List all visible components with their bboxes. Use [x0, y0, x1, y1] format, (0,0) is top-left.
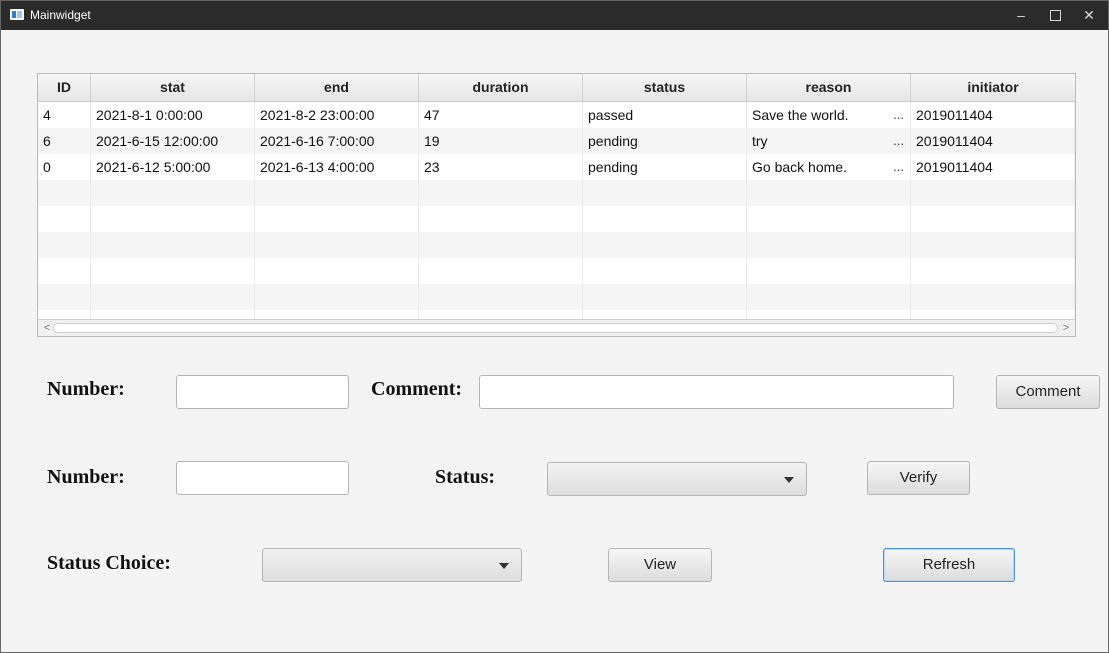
cell-reason: Go back home....: [747, 154, 911, 180]
cell-initiator: 2019011404: [911, 102, 1075, 128]
cell-reason: Save the world....: [747, 102, 911, 128]
scroll-right-arrow-icon[interactable]: >: [1059, 320, 1073, 336]
cell-reason-text: try: [752, 133, 768, 149]
number-label-verify: Number:: [47, 466, 125, 488]
cell-stat: 2021-8-1 0:00:00: [91, 102, 255, 128]
column-header-reason[interactable]: reason: [747, 74, 911, 101]
table-row[interactable]: 0 2021-6-12 5:00:00 2021-6-13 4:00:00 23…: [38, 154, 1075, 180]
cell-reason-text: Save the world.: [752, 107, 849, 123]
status-choice-label: Status Choice:: [47, 552, 171, 574]
minimize-button[interactable]: –: [1004, 0, 1038, 30]
empty-table-row: [38, 310, 1075, 336]
status-choice-dropdown[interactable]: [262, 548, 522, 582]
number-label-comment: Number:: [47, 378, 125, 400]
column-header-initiator[interactable]: initiator: [911, 74, 1075, 101]
verify-button[interactable]: Verify: [867, 461, 970, 495]
cell-duration: 19: [419, 128, 583, 154]
chevron-down-icon: [499, 563, 509, 569]
cell-status: pending: [583, 128, 747, 154]
chevron-down-icon: [784, 477, 794, 483]
cell-stat: 2021-6-12 5:00:00: [91, 154, 255, 180]
close-button[interactable]: ✕: [1072, 0, 1106, 30]
empty-table-row: [38, 258, 1075, 284]
empty-table-row: [38, 206, 1075, 232]
comment-label: Comment:: [371, 378, 463, 400]
status-dropdown[interactable]: [547, 462, 807, 496]
verify-number-input[interactable]: [176, 461, 349, 495]
empty-table-row: [38, 232, 1075, 258]
comment-number-input[interactable]: [176, 375, 349, 409]
maximize-icon: [1049, 9, 1061, 21]
cell-initiator: 2019011404: [911, 128, 1075, 154]
truncation-ellipsis: ...: [893, 159, 904, 174]
cell-id: 6: [38, 128, 91, 154]
truncation-ellipsis: ...: [893, 107, 904, 122]
cell-duration: 23: [419, 154, 583, 180]
comment-input[interactable]: [479, 375, 954, 409]
window-title: Mainwidget: [30, 8, 91, 22]
cell-status: passed: [583, 102, 747, 128]
comment-button[interactable]: Comment: [996, 375, 1100, 409]
maximize-button[interactable]: [1038, 0, 1072, 30]
table-header: ID stat end duration status reason initi…: [38, 74, 1075, 102]
empty-table-row: [38, 180, 1075, 206]
horizontal-scrollbar[interactable]: < >: [38, 319, 1075, 336]
app-icon: [10, 9, 24, 20]
cell-status: pending: [583, 154, 747, 180]
column-header-status[interactable]: status: [583, 74, 747, 101]
cell-duration: 47: [419, 102, 583, 128]
cell-id: 0: [38, 154, 91, 180]
cell-initiator: 2019011404: [911, 154, 1075, 180]
cell-end: 2021-6-16 7:00:00: [255, 128, 419, 154]
truncation-ellipsis: ...: [893, 133, 904, 148]
scroll-left-arrow-icon[interactable]: <: [40, 320, 54, 336]
cell-end: 2021-6-13 4:00:00: [255, 154, 419, 180]
cell-reason: try...: [747, 128, 911, 154]
cell-stat: 2021-6-15 12:00:00: [91, 128, 255, 154]
column-header-end[interactable]: end: [255, 74, 419, 101]
table-row[interactable]: 6 2021-6-15 12:00:00 2021-6-16 7:00:00 1…: [38, 128, 1075, 154]
cell-end: 2021-8-2 23:00:00: [255, 102, 419, 128]
requests-table[interactable]: ID stat end duration status reason initi…: [37, 73, 1076, 337]
view-button[interactable]: View: [608, 548, 712, 582]
window-titlebar: Mainwidget – ✕: [0, 0, 1109, 30]
column-header-id[interactable]: ID: [38, 74, 91, 101]
cell-id: 4: [38, 102, 91, 128]
empty-table-row: [38, 284, 1075, 310]
table-row[interactable]: 4 2021-8-1 0:00:00 2021-8-2 23:00:00 47 …: [38, 102, 1075, 128]
scrollbar-thumb[interactable]: [53, 323, 1058, 333]
column-header-stat[interactable]: stat: [91, 74, 255, 101]
status-label: Status:: [435, 466, 496, 488]
refresh-button[interactable]: Refresh: [883, 548, 1015, 582]
column-header-duration[interactable]: duration: [419, 74, 583, 101]
cell-reason-text: Go back home.: [752, 159, 847, 175]
